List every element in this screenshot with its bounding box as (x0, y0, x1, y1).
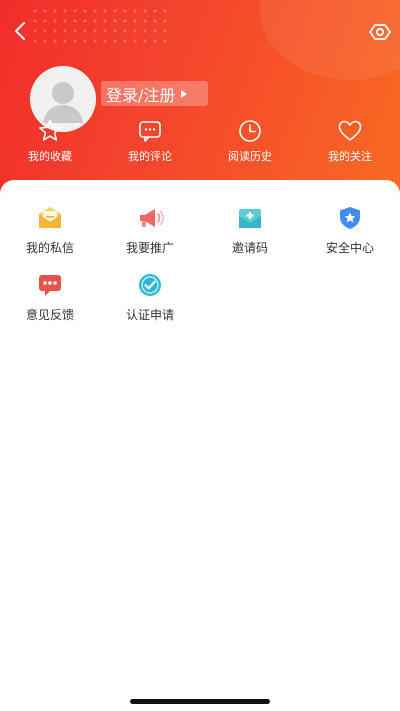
decorative-dots (30, 6, 170, 50)
caret-right-icon (181, 89, 188, 98)
home-indicator[interactable] (130, 699, 270, 704)
comment-icon (139, 121, 161, 142)
heart-icon (338, 120, 362, 141)
login-register-button[interactable]: 登录/注册 (101, 81, 208, 106)
service-promote[interactable]: 我要推广 (100, 204, 200, 256)
service-verification[interactable]: 认证申请 (100, 271, 200, 323)
quick-link-favorites[interactable]: 我的收藏 (0, 118, 100, 164)
service-label: 安全中心 (325, 241, 374, 255)
quick-link-following[interactable]: 我的关注 (300, 118, 400, 164)
chevron-left-icon[interactable] (10, 20, 32, 42)
mail-icon (39, 207, 61, 228)
eye-settings-icon[interactable] (368, 20, 392, 44)
clock-icon (239, 120, 261, 142)
login-register-label: 登录/注册 (106, 85, 176, 105)
services-panel: 我的私信 我要推广 邀请码 安全中心 意见反馈 认证申请 (0, 180, 400, 711)
service-security-center[interactable]: 安全中心 (300, 204, 400, 256)
quick-link-label: 阅读历史 (228, 150, 272, 163)
quick-link-label: 我的评论 (128, 150, 172, 163)
verified-check-icon (139, 274, 161, 296)
service-label: 邀请码 (231, 241, 268, 255)
feedback-bubble-icon (39, 275, 61, 296)
megaphone-icon (140, 209, 164, 227)
service-feedback[interactable]: 意见反馈 (0, 271, 100, 323)
service-label: 认证申请 (125, 308, 174, 322)
service-messages[interactable]: 我的私信 (0, 204, 100, 256)
quick-link-label: 我的关注 (328, 150, 372, 163)
star-icon (39, 119, 61, 141)
quick-link-comments[interactable]: 我的评论 (100, 118, 200, 164)
service-invite-code[interactable]: 邀请码 (200, 204, 300, 256)
quick-links: 我的收藏 我的评论 阅读历史 我的关注 (0, 118, 400, 168)
quick-link-label: 我的收藏 (28, 150, 72, 163)
service-label: 意见反馈 (25, 308, 74, 322)
service-label: 我的私信 (25, 241, 74, 255)
profile-header: 登录/注册 我的收藏 我的评论 阅读历史 我的关注 (0, 0, 400, 200)
quick-link-history[interactable]: 阅读历史 (200, 118, 300, 164)
service-label: 我要推广 (125, 241, 174, 255)
invite-envelope-icon (239, 209, 261, 228)
shield-icon (340, 207, 360, 229)
